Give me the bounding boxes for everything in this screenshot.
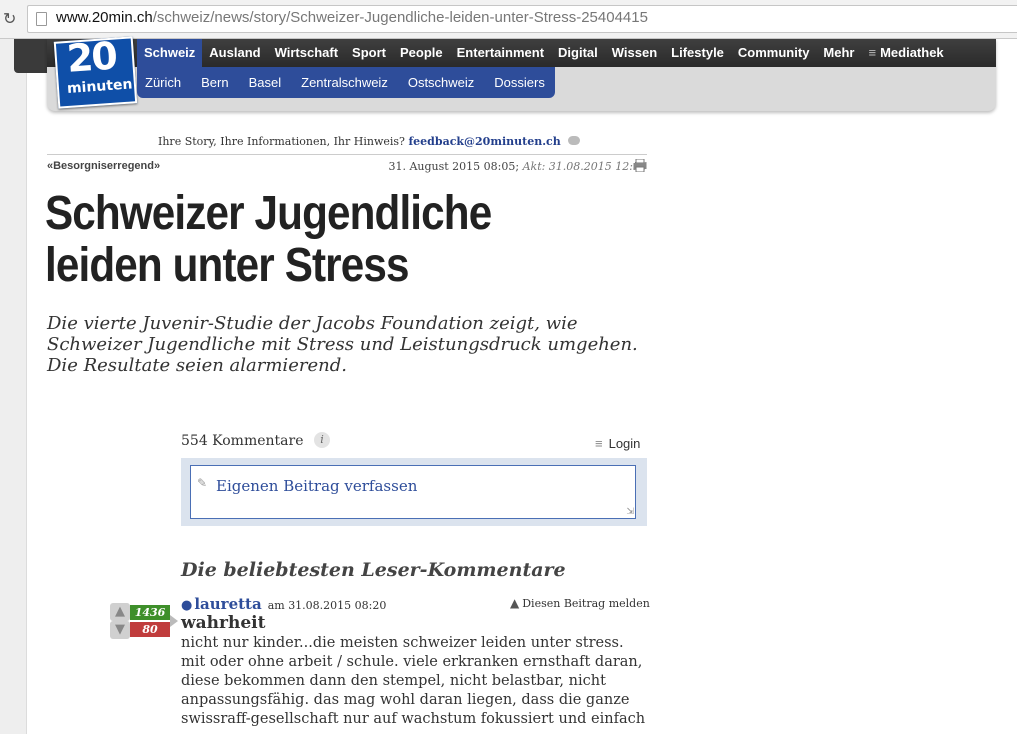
- nav-item-ausland[interactable]: Ausland: [202, 39, 267, 67]
- feedback-text: Ihre Story, Ihre Informationen, Ihr Hinw…: [158, 135, 405, 148]
- subnav-item-bern[interactable]: Bern: [191, 67, 238, 98]
- url-text[interactable]: www.20min.ch/schweiz/news/story/Schweize…: [56, 9, 648, 26]
- report-comment-link[interactable]: ▲ Diesen Beitrag melden: [510, 596, 650, 610]
- warning-icon: ▲: [510, 596, 520, 610]
- subnav-item-basel[interactable]: Basel: [239, 67, 292, 98]
- address-bar[interactable]: www.20min.ch/schweiz/news/story/Schweize…: [27, 5, 1017, 33]
- feedback-line: Ihre Story, Ihre Informationen, Ihr Hinw…: [158, 135, 581, 148]
- menu-icon: ≡: [595, 436, 603, 451]
- user-icon: ●: [181, 598, 193, 613]
- comment-author: ● lauretta am 31.08.2015 08:20: [181, 595, 386, 613]
- info-icon[interactable]: i: [314, 432, 330, 448]
- main-navigation: Schweiz Ausland Wirtschaft Sport People …: [137, 39, 951, 67]
- sub-navigation: Zürich Bern Basel Zentralschweiz Ostschw…: [137, 67, 555, 98]
- vote-widget: ▲ ▼ 1436 80: [110, 603, 178, 639]
- article-headline: Schweizer Jugendliche leiden unter Stres…: [45, 187, 492, 292]
- nav-item-community[interactable]: Community: [731, 39, 817, 67]
- left-margin: [0, 39, 27, 734]
- subnav-item-zentralschweiz[interactable]: Zentralschweiz: [291, 67, 398, 98]
- updated-date: Akt: 31.08.2015 12:56: [522, 160, 647, 173]
- browser-toolbar: ↻ www.20min.ch/schweiz/news/story/Schwei…: [0, 0, 1017, 39]
- menu-icon: ≡: [868, 45, 877, 60]
- speech-bubble-icon: [568, 136, 581, 145]
- pencil-icon: ✎: [197, 476, 208, 490]
- thumbs-up-icon[interactable]: ▲: [110, 603, 130, 621]
- compose-comment-field[interactable]: ✎ Eigenen Beitrag verfassen ⇲: [190, 465, 636, 519]
- compose-box: ✎ Eigenen Beitrag verfassen ⇲: [181, 458, 647, 526]
- subnav-item-dossiers[interactable]: Dossiers: [484, 67, 555, 98]
- pointer-arrow: [170, 615, 178, 627]
- top-comments-title: Die beliebtesten Leser-Kommentare: [181, 559, 566, 581]
- logo-number: 20: [65, 33, 118, 81]
- downvote-count: 80: [130, 622, 170, 637]
- nav-item-mediathek[interactable]: ≡ Mediathek: [861, 39, 950, 67]
- nav-item-mehr[interactable]: Mehr: [816, 39, 861, 67]
- nav-item-people[interactable]: People: [393, 39, 450, 67]
- comment-timestamp: am 31.08.2015 08:20: [267, 599, 387, 612]
- reload-icon[interactable]: ↻: [3, 9, 16, 28]
- resize-handle[interactable]: ⇲: [626, 507, 634, 517]
- thumbs-down-icon[interactable]: ▼: [110, 621, 130, 639]
- login-link[interactable]: ≡ Login: [595, 436, 640, 451]
- nav-item-lifestyle[interactable]: Lifestyle: [664, 39, 731, 67]
- subnav-item-ostschweiz[interactable]: Ostschweiz: [398, 67, 484, 98]
- nav-item-entertainment[interactable]: Entertainment: [450, 39, 551, 67]
- author-link[interactable]: lauretta: [194, 595, 261, 613]
- compose-placeholder: Eigenen Beitrag verfassen: [216, 477, 418, 495]
- logo-word: minuten: [66, 76, 133, 98]
- comments-count: 554 Kommentare: [181, 433, 304, 449]
- nav-item-digital[interactable]: Digital: [551, 39, 605, 67]
- article-lead: Die vierte Juvenir-Studie der Jacobs Fou…: [47, 313, 638, 376]
- comment-body: nicht nur kinder...die meisten schweizer…: [181, 635, 646, 727]
- nav-item-sport[interactable]: Sport: [345, 39, 393, 67]
- nav-item-wirtschaft[interactable]: Wirtschaft: [268, 39, 345, 67]
- upvote-count: 1436: [130, 605, 170, 620]
- nav-item-wissen[interactable]: Wissen: [605, 39, 664, 67]
- divider: [47, 154, 647, 155]
- publish-date: 31. August 2015 08:05;: [388, 160, 520, 173]
- article-kicker: «Besorgniserregend»: [47, 160, 161, 172]
- feedback-email-link[interactable]: feedback@20minuten.ch: [408, 135, 560, 148]
- print-icon[interactable]: [633, 159, 647, 172]
- comment-title: wahrheit: [181, 613, 266, 633]
- article-dateline: 31. August 2015 08:05; Akt: 31.08.2015 1…: [388, 160, 647, 173]
- nav-item-schweiz[interactable]: Schweiz: [137, 39, 203, 67]
- subnav-item-zuerich[interactable]: Zürich: [137, 67, 191, 98]
- page-icon: [36, 12, 47, 26]
- site-logo[interactable]: 20 minuten: [53, 33, 138, 109]
